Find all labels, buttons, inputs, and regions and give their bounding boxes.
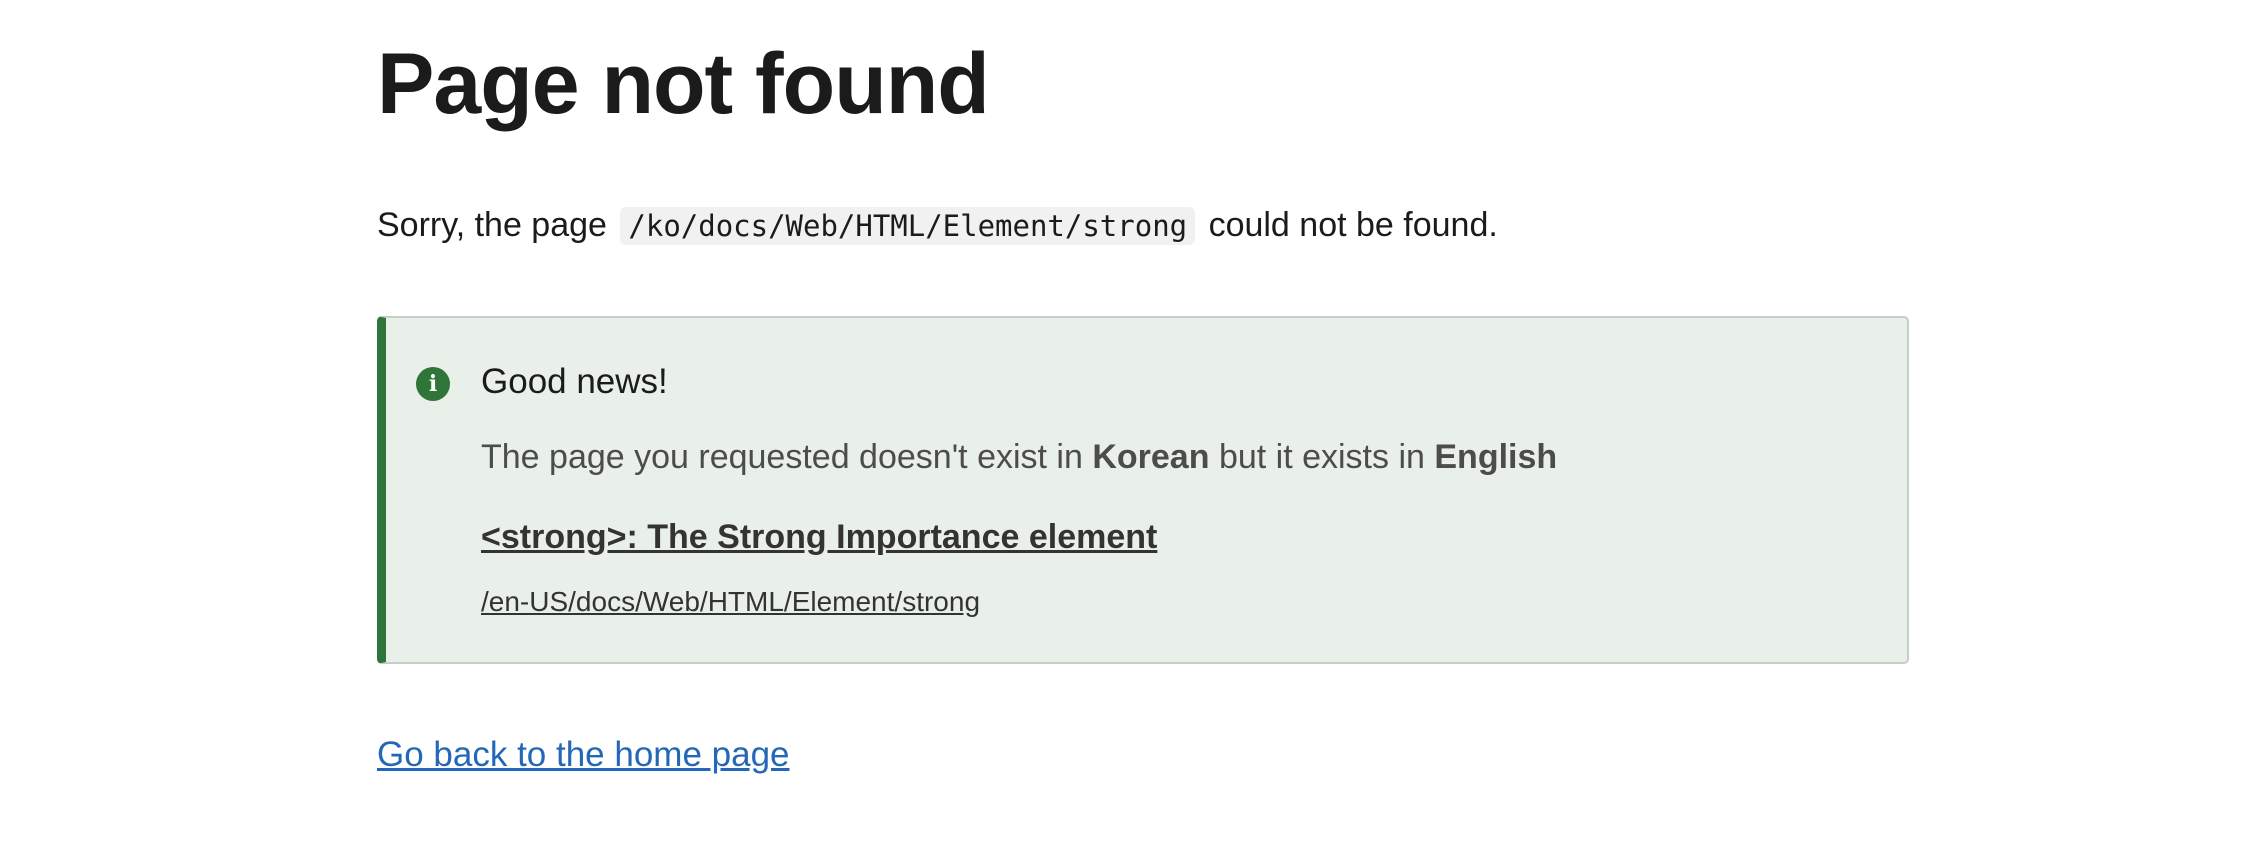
notice-message: The page you requested doesn't exist in … bbox=[481, 432, 1557, 482]
page-title: Page not found bbox=[377, 36, 990, 132]
home-page-link[interactable]: Go back to the home page bbox=[377, 730, 790, 780]
requested-language: Korean bbox=[1092, 438, 1210, 476]
sorry-prefix: Sorry, the page bbox=[377, 206, 607, 244]
available-language: English bbox=[1434, 438, 1558, 476]
english-doc-link[interactable]: <strong>: The Strong Importance element bbox=[481, 512, 1157, 562]
sorry-suffix: could not be found. bbox=[1208, 206, 1498, 244]
good-news-notice: i Good news! The page you requested does… bbox=[377, 316, 1909, 664]
requested-path: /ko/docs/Web/HTML/Element/strong bbox=[620, 207, 1196, 245]
notice-title: Good news! bbox=[481, 362, 668, 401]
english-doc-path-link[interactable]: /en-US/docs/Web/HTML/Element/strong bbox=[481, 582, 980, 622]
info-icon: i bbox=[416, 367, 450, 401]
notice-text-prefix: The page you requested doesn't exist in bbox=[481, 438, 1083, 476]
not-found-message: Sorry, the page /ko/docs/Web/HTML/Elemen… bbox=[377, 200, 1498, 251]
notice-text-middle: but it exists in bbox=[1218, 438, 1425, 476]
